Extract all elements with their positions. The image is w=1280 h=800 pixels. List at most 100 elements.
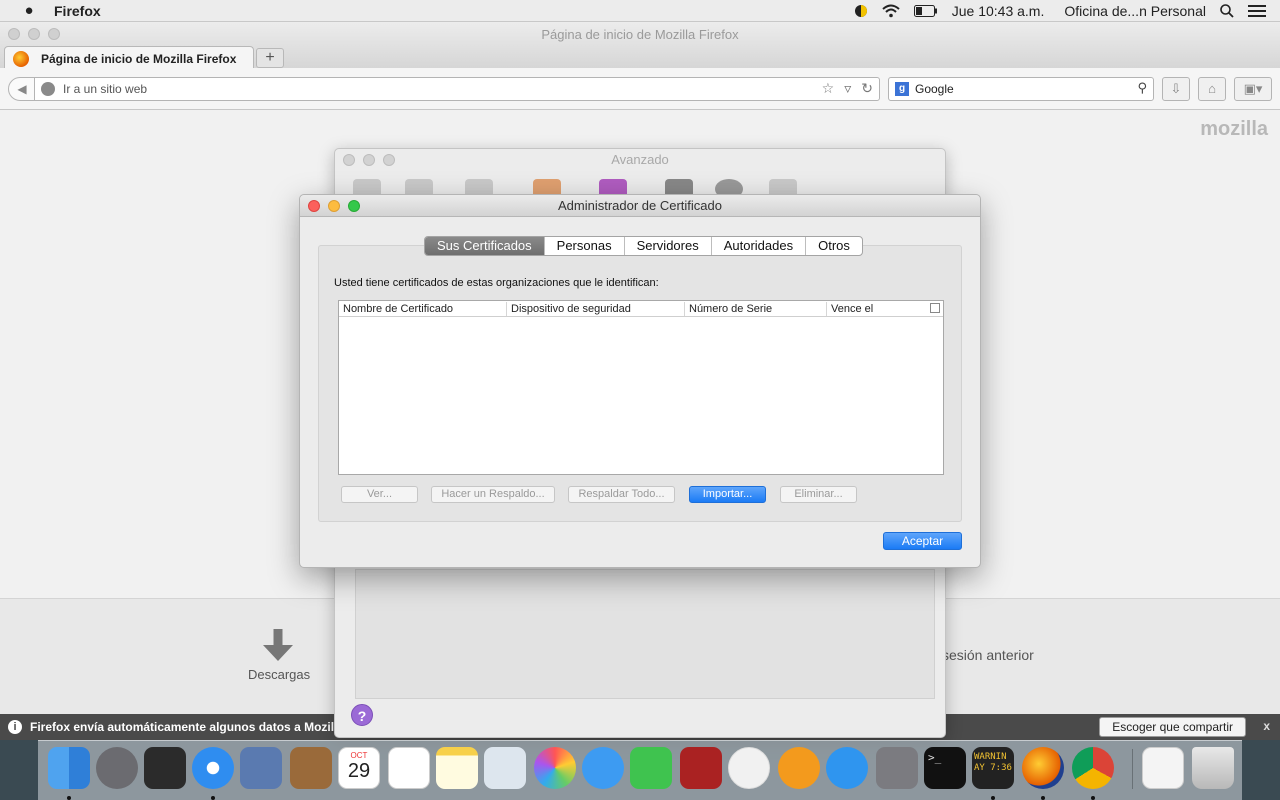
console-icon[interactable]: WARNIN AY 7:36 — [972, 747, 1014, 789]
photos-icon[interactable] — [534, 747, 576, 789]
back-button[interactable]: ◀ — [8, 77, 36, 101]
terminal-icon[interactable]: >_ — [924, 747, 966, 789]
calendar-icon[interactable]: OCT 29 — [338, 747, 380, 789]
status-area: Jue 10:43 a.m. Oficina de...n Personal — [854, 0, 1280, 22]
tab-authorities[interactable]: Autoridades — [712, 237, 807, 255]
intro-text: Usted tiene certificados de estas organi… — [334, 277, 659, 289]
battery-icon[interactable] — [913, 5, 938, 17]
running-indicator — [1041, 796, 1045, 800]
downloads-launcher[interactable]: Descargas — [248, 629, 311, 682]
cert-tabs: Sus Certificados Personas Servidores Aut… — [424, 236, 863, 256]
spotlight-icon[interactable] — [1220, 4, 1234, 18]
home-icon[interactable]: ⌂ — [1198, 77, 1226, 101]
navigation-toolbar: ◀ Ir a un sitio web ☆ ▿ ↻ g Google ⚲ ⇩ ⌂… — [0, 68, 1280, 110]
dock: OCT 29 >_ WARNIN AY 7:36 — [38, 740, 1242, 800]
google-icon[interactable]: g — [895, 82, 909, 96]
running-indicator — [67, 796, 71, 800]
system-preferences-icon[interactable] — [876, 747, 918, 789]
certificate-table[interactable]: Nombre de Certificado Dispositivo de seg… — [338, 300, 944, 475]
backup-button[interactable]: Hacer un Respaldo... — [431, 486, 555, 503]
new-tab-button[interactable]: + — [256, 48, 284, 68]
reminders-icon[interactable] — [388, 747, 430, 789]
apple-menu-icon[interactable]: ● — [20, 2, 38, 19]
launchpad-icon[interactable] — [96, 747, 138, 789]
app-store-icon[interactable] — [826, 747, 868, 789]
restore-session-label[interactable]: sesión anterior — [942, 647, 1034, 663]
help-button[interactable]: ? — [351, 704, 373, 726]
mozilla-wordmark: mozilla — [1200, 118, 1268, 140]
photo-booth-icon[interactable] — [680, 747, 722, 789]
column-header-serial[interactable]: Número de Serie — [685, 302, 827, 316]
url-bar[interactable]: Ir a un sitio web ☆ ▿ ↻ — [34, 77, 880, 101]
clock[interactable]: Jue 10:43 a.m. — [952, 3, 1045, 19]
app-menu-firefox[interactable]: Firefox — [54, 3, 101, 19]
backup-all-button[interactable]: Respaldar Todo... — [568, 486, 675, 503]
chrome-icon[interactable] — [1072, 747, 1114, 789]
accept-button[interactable]: Aceptar — [883, 532, 962, 550]
search-box[interactable]: g Google ⚲ — [888, 77, 1154, 101]
prefs-title: Avanzado — [611, 152, 669, 167]
notes-icon[interactable] — [436, 747, 478, 789]
maps-icon[interactable] — [484, 747, 526, 789]
user-menu[interactable]: Oficina de...n Personal — [1064, 3, 1206, 19]
bookmarks-menu-icon[interactable]: ▣▾ — [1234, 77, 1272, 101]
contacts-icon[interactable] — [290, 747, 332, 789]
facetime-icon[interactable] — [630, 747, 672, 789]
itunes-icon[interactable] — [728, 747, 770, 789]
tab-people[interactable]: Personas — [545, 237, 625, 255]
finder-icon[interactable] — [48, 747, 90, 789]
url-actions: ☆ ▿ ↻ — [822, 80, 873, 97]
ibooks-icon[interactable] — [778, 747, 820, 789]
delete-button[interactable]: Eliminar... — [780, 486, 857, 503]
view-button[interactable]: Ver... — [341, 486, 418, 503]
info-icon: i — [8, 720, 22, 734]
bookmark-star-icon[interactable]: ☆ — [822, 80, 835, 97]
column-header-device[interactable]: Dispositivo de seguridad — [507, 302, 685, 316]
search-icon[interactable]: ⚲ — [1137, 80, 1147, 96]
reload-icon[interactable]: ↻ — [861, 80, 873, 97]
certificate-manager-dialog: Administrador de Certificado Sus Certifi… — [299, 194, 981, 568]
table-header: Nombre de Certificado Dispositivo de seg… — [339, 301, 943, 317]
wifi-icon[interactable] — [882, 4, 900, 18]
downloads-icon[interactable]: ⇩ — [1162, 77, 1190, 101]
firefox-dock-icon[interactable] — [1022, 747, 1064, 789]
column-picker-icon[interactable] — [930, 303, 940, 313]
running-indicator — [211, 796, 215, 800]
calendar-day: 29 — [347, 760, 371, 782]
search-engine-label: Google — [915, 82, 954, 96]
tab-label: Página de inicio de Mozilla Firefox — [41, 51, 237, 66]
close-icon[interactable]: x — [1263, 719, 1270, 733]
firefox-logo-icon — [13, 50, 29, 67]
dropdown-arrow-icon[interactable]: ▿ — [844, 80, 851, 97]
mission-control-icon[interactable] — [144, 747, 186, 789]
window-titlebar: Página de inicio de Mozilla Firefox Pági… — [0, 22, 1280, 70]
dialog-titlebar: Administrador de Certificado — [300, 195, 980, 217]
dialog-title: Administrador de Certificado — [557, 198, 723, 213]
download-arrow-icon — [263, 629, 293, 661]
notification-text: Firefox envía automáticamente algunos da… — [30, 720, 362, 734]
globe-icon — [41, 82, 55, 96]
downloads-label: Descargas — [248, 667, 311, 682]
minimized-window-icon[interactable] — [1142, 747, 1184, 789]
calendar-month: OCT — [350, 751, 368, 760]
tab-others[interactable]: Otros — [806, 237, 862, 255]
running-indicator — [991, 796, 995, 800]
column-header-expires[interactable]: Vence el — [827, 302, 927, 316]
running-indicator — [1091, 796, 1095, 800]
trash-icon[interactable] — [1192, 747, 1234, 789]
url-placeholder: Ir a un sitio web — [63, 82, 148, 96]
messages-icon[interactable] — [582, 747, 624, 789]
notification-center-icon[interactable] — [1248, 5, 1266, 17]
dock-separator — [1132, 749, 1133, 789]
status-circle-icon[interactable] — [854, 4, 868, 18]
safari-icon[interactable] — [192, 747, 234, 789]
tab-your-certificates[interactable]: Sus Certificados — [425, 237, 545, 255]
import-button[interactable]: Importar... — [689, 486, 766, 503]
mail-icon[interactable] — [240, 747, 282, 789]
tab-servers[interactable]: Servidores — [625, 237, 712, 255]
window-title: Página de inicio de Mozilla Firefox — [541, 27, 739, 42]
prefs-content-area — [355, 569, 935, 699]
tab-home[interactable]: Página de inicio de Mozilla Firefox — [4, 46, 254, 70]
column-header-name[interactable]: Nombre de Certificado — [339, 302, 507, 316]
choose-share-button[interactable]: Escoger que compartir — [1099, 717, 1246, 737]
